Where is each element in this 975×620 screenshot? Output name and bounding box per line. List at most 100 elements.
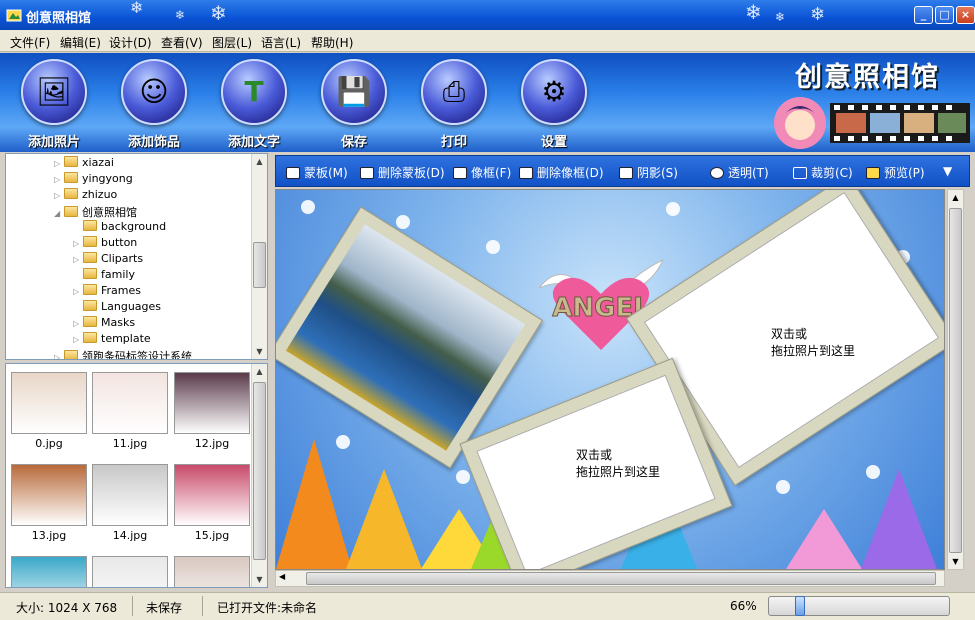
transparency-icon: [710, 167, 724, 179]
thumbnail-item[interactable]: 13.jpg: [11, 464, 87, 542]
scroll-thumb[interactable]: [253, 242, 266, 288]
scroll-up-icon[interactable]: ▲: [252, 154, 267, 169]
print-button[interactable]: ⎙ 打印: [414, 59, 494, 151]
thumbnail-item[interactable]: 12.jpg: [174, 372, 250, 450]
thumbnail-item[interactable]: [174, 556, 250, 587]
scroll-thumb[interactable]: [253, 382, 266, 560]
crop-icon: [793, 167, 807, 179]
expander-icon[interactable]: ▷: [54, 159, 64, 168]
thumbnail-item[interactable]: [92, 556, 168, 587]
tree-item[interactable]: ▷ 领跑条码标签设计系统: [54, 348, 192, 359]
decoration-cone: [861, 469, 937, 569]
expander-icon[interactable]: ▷: [73, 255, 83, 264]
scroll-up-icon[interactable]: ▲: [948, 190, 963, 205]
expander-icon[interactable]: ▷: [73, 287, 83, 296]
scroll-left-icon[interactable]: ◀: [279, 572, 285, 581]
scroll-down-icon[interactable]: ▼: [948, 554, 963, 569]
save-icon: 💾: [321, 59, 387, 125]
zoom-slider[interactable]: [768, 596, 950, 616]
decoration-cone: [276, 439, 352, 569]
delete-frame-button[interactable]: 删除像框(D): [519, 164, 604, 181]
thumbnail-image[interactable]: [11, 556, 87, 587]
tree-item[interactable]: ▷ template: [73, 332, 151, 348]
tree-item[interactable]: ▷ xiazai: [54, 156, 114, 172]
tree-item[interactable]: background: [73, 220, 166, 236]
transparency-button[interactable]: 透明(T): [710, 164, 769, 181]
tree-scrollbar[interactable]: ▲ ▼: [251, 154, 267, 359]
tree-item[interactable]: ▷ zhizuo: [54, 188, 117, 204]
delete-mask-button[interactable]: 删除蒙板(D): [360, 164, 445, 181]
menu-layer[interactable]: 图层(L): [212, 34, 252, 51]
thumbnail-scrollbar[interactable]: ▲ ▼: [251, 364, 267, 587]
menu-edit[interactable]: 编辑(E): [60, 34, 101, 51]
menu-file[interactable]: 文件(F): [10, 34, 50, 51]
expander-icon[interactable]: ◢: [54, 209, 64, 218]
tree-item[interactable]: ▷ Cliparts: [73, 252, 143, 268]
mask-button[interactable]: 蒙板(M): [286, 164, 348, 181]
tree-item[interactable]: Languages: [73, 300, 161, 316]
expander-icon[interactable]: ▷: [73, 239, 83, 248]
thumbnail-item[interactable]: [11, 556, 87, 587]
thumbnail-image[interactable]: [174, 372, 250, 434]
shadow-button[interactable]: 阴影(S): [619, 164, 678, 181]
snowflake-icon: ❄: [130, 0, 144, 17]
thumbnail-item[interactable]: 11.jpg: [92, 372, 168, 450]
save-status-text: 未保存: [146, 601, 183, 615]
scroll-down-icon[interactable]: ▼: [252, 344, 267, 359]
folder-icon: [83, 332, 97, 343]
thumbnail-image[interactable]: [11, 464, 87, 526]
minimize-button[interactable]: _: [914, 6, 933, 24]
menu-design[interactable]: 设计(D): [109, 34, 152, 51]
canvas-horizontal-scrollbar[interactable]: ◀: [275, 570, 945, 587]
scroll-thumb[interactable]: [306, 572, 936, 585]
toolbar-overflow-icon[interactable]: ▼: [943, 164, 952, 178]
save-button[interactable]: 💾 保存: [314, 59, 394, 151]
thumbnail-item[interactable]: 14.jpg: [92, 464, 168, 542]
thumbnail-caption: 11.jpg: [112, 437, 148, 450]
expander-icon[interactable]: ▷: [73, 335, 83, 344]
thumbnail-image[interactable]: [92, 556, 168, 587]
add-text-button[interactable]: T 添加文字: [214, 59, 294, 151]
thumbnail-item[interactable]: 15.jpg: [174, 464, 250, 542]
thumbnail-caption: 13.jpg: [31, 529, 67, 542]
menu-view[interactable]: 查看(V): [161, 34, 203, 51]
maximize-button[interactable]: □: [935, 6, 954, 24]
decoration-cone: [346, 469, 422, 569]
add-decoration-button[interactable]: ☺ 添加饰品: [114, 59, 194, 151]
add-photo-button[interactable]: 🖼 添加照片: [14, 59, 94, 151]
tree-item[interactable]: ◢ 创意照相馆: [54, 204, 137, 220]
scroll-thumb[interactable]: [949, 208, 962, 553]
frame-button[interactable]: 像框(F): [453, 164, 511, 181]
thumbnail-image[interactable]: [174, 464, 250, 526]
tree-item-label: Languages: [101, 300, 162, 313]
tree-item[interactable]: ▷ button: [73, 236, 137, 252]
tree-item[interactable]: family: [73, 268, 135, 284]
tree-item[interactable]: ▷ yingyong: [54, 172, 133, 188]
menu-help[interactable]: 帮助(H): [311, 34, 353, 51]
delete-mask-icon: [360, 167, 374, 179]
thumbnail-image[interactable]: [92, 464, 168, 526]
thumbnail-image[interactable]: [11, 372, 87, 434]
scroll-up-icon[interactable]: ▲: [252, 364, 267, 379]
expander-icon[interactable]: ▷: [54, 191, 64, 200]
design-canvas[interactable]: ANGEL 双击或 拖拉照片到这里 双击或 拖拉照片到这里: [275, 189, 945, 570]
add-decoration-icon: ☺: [121, 59, 187, 125]
expander-icon[interactable]: ▷: [54, 175, 64, 184]
expander-icon[interactable]: ▷: [73, 319, 83, 328]
canvas-vertical-scrollbar[interactable]: ▲ ▼: [947, 189, 964, 570]
lake-photo[interactable]: [285, 224, 526, 451]
expander-icon[interactable]: ▷: [54, 353, 64, 359]
zoom-slider-handle[interactable]: [795, 596, 805, 616]
thumbnail-image[interactable]: [174, 556, 250, 587]
crop-button[interactable]: 裁剪(C): [793, 164, 853, 181]
settings-button[interactable]: ⚙ 设置: [514, 59, 594, 151]
tree-item[interactable]: ▷ Frames: [73, 284, 141, 300]
frame-icon: [453, 167, 467, 179]
menu-language[interactable]: 语言(L): [261, 34, 301, 51]
scroll-down-icon[interactable]: ▼: [252, 572, 267, 587]
thumbnail-item[interactable]: 0.jpg: [11, 372, 87, 450]
preview-button[interactable]: 预览(P): [866, 164, 925, 181]
close-button[interactable]: ×: [956, 6, 975, 24]
thumbnail-image[interactable]: [92, 372, 168, 434]
tree-item[interactable]: ▷ Masks: [73, 316, 135, 332]
